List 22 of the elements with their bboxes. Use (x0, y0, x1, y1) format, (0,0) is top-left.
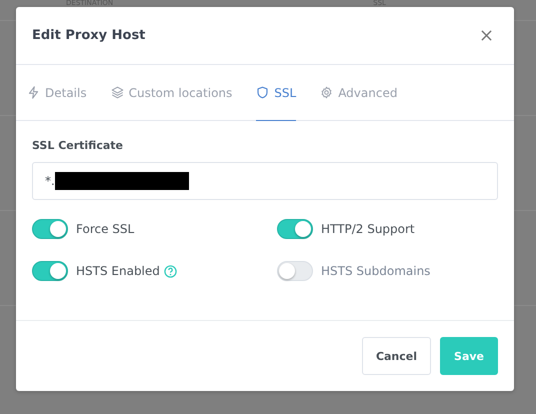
shield-icon (256, 86, 270, 99)
tab[interactable]: SSL (256, 65, 296, 121)
help-icon[interactable] (164, 264, 177, 278)
lightning-icon (27, 86, 40, 99)
toggle-switch[interactable] (32, 261, 68, 281)
close-icon[interactable] (481, 30, 492, 41)
toggle-switch[interactable] (277, 219, 313, 239)
toggle-label: HSTS Enabled (76, 264, 160, 278)
certificate-field[interactable]: *. (32, 162, 498, 200)
modal-title: Edit Proxy Host (32, 28, 146, 43)
toggle-label: HSTS Subdomains (321, 264, 430, 278)
toggle-switch[interactable] (32, 219, 68, 239)
cancel-button[interactable]: Cancel (362, 337, 432, 375)
toggle-label: Force SSL (76, 222, 134, 236)
save-button[interactable]: Save (440, 337, 498, 375)
gear-icon (320, 86, 334, 99)
layers-icon (110, 86, 124, 99)
tab[interactable]: Custom locations (110, 65, 232, 121)
tab[interactable]: Advanced (320, 65, 398, 121)
toggle-label: HTTP/2 Support (321, 222, 415, 236)
tab[interactable]: Details (27, 65, 87, 121)
field-label: SSL Certificate (32, 139, 124, 152)
